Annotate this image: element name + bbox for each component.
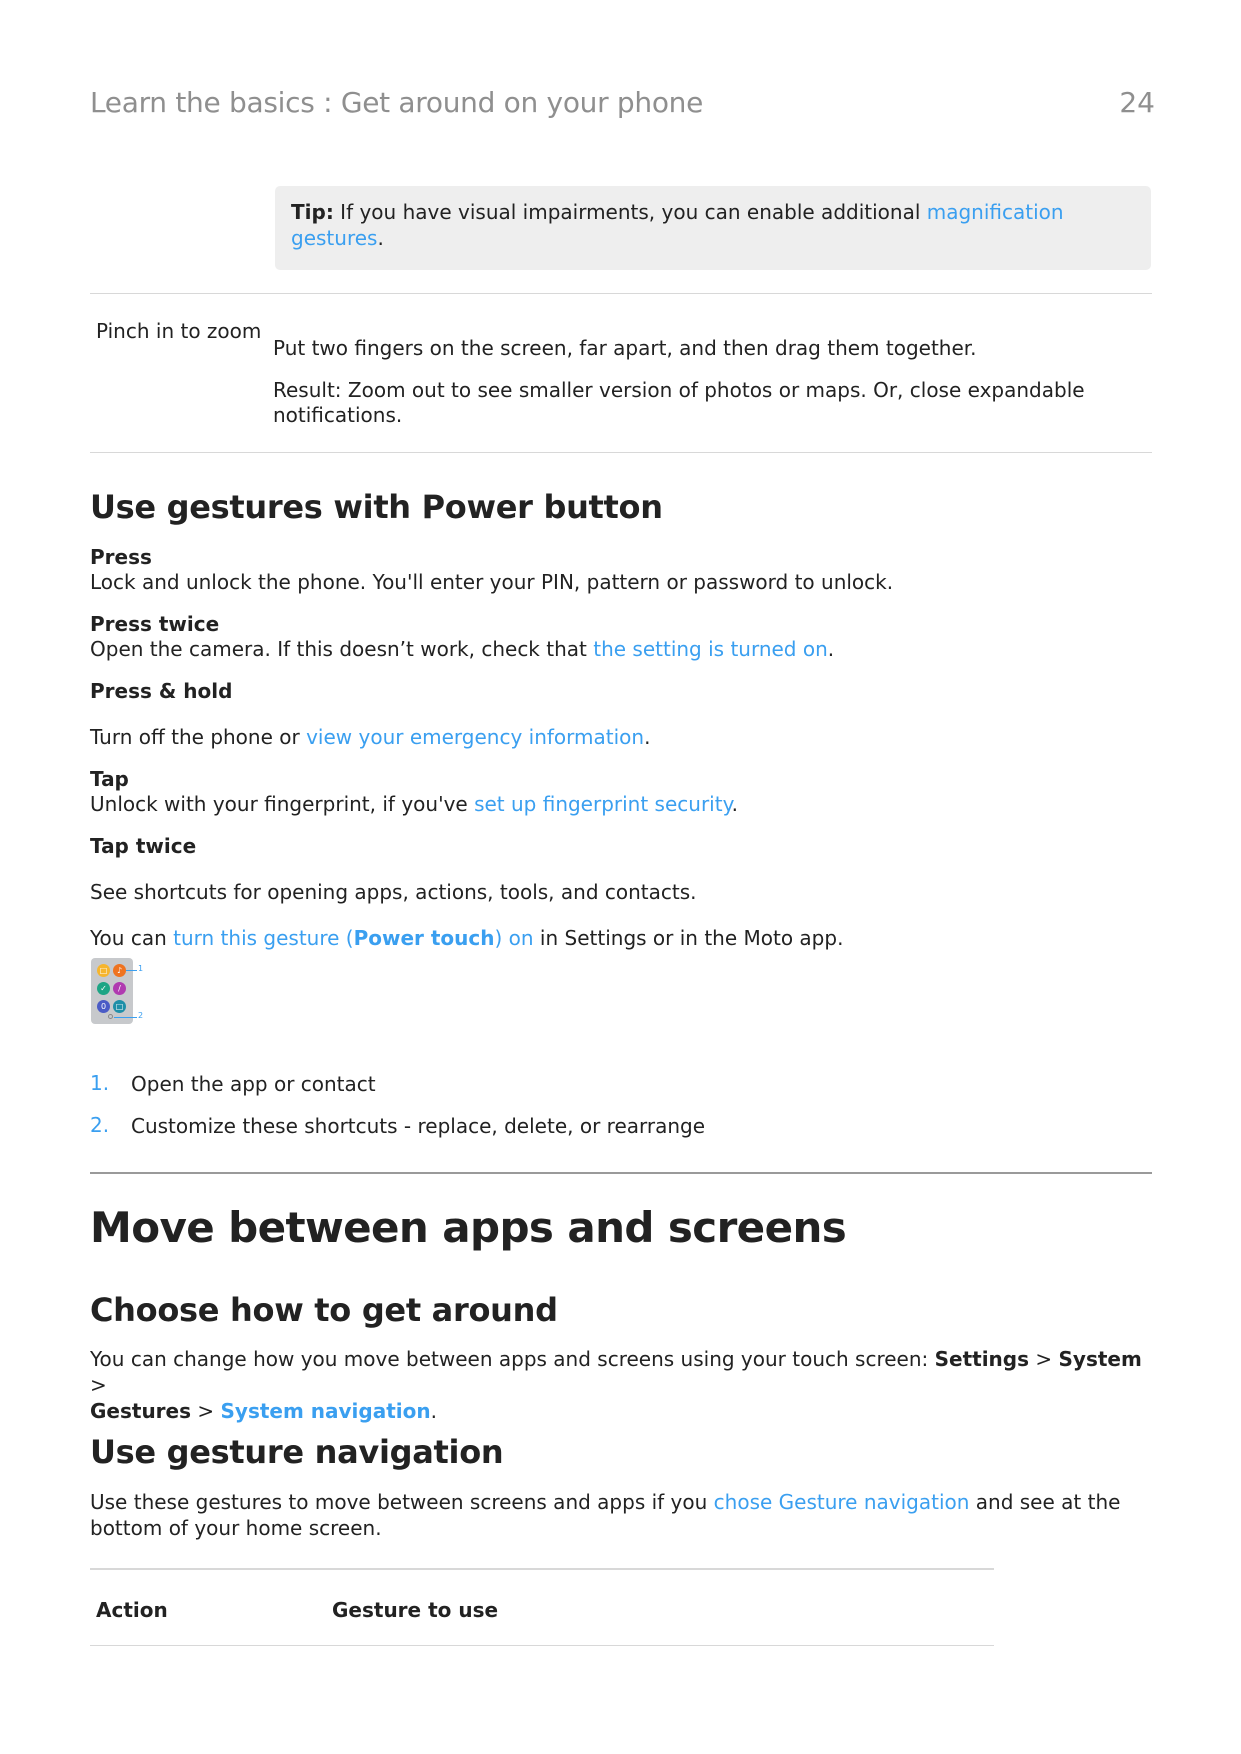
tap-end: . (731, 792, 738, 816)
power-touch-link-bold: Power touch (353, 926, 495, 950)
gesture-nav-line2: bottom of your home screen. (90, 1516, 382, 1540)
gesture-nav-suffix: and see at the (969, 1490, 1121, 1514)
tap-twice-description: See shortcuts for opening apps, actions,… (90, 880, 697, 904)
tip-end: . (377, 226, 384, 250)
power-section-heading: Use gestures with Power button (90, 488, 663, 526)
gear-icon (108, 1014, 113, 1019)
gestures-label: Gestures (90, 1399, 192, 1423)
power-touch-suffix: in Settings or in the Moto app. (533, 926, 844, 950)
gesture-nav-heading: Use gesture navigation (90, 1433, 504, 1471)
setting-turned-on-link[interactable]: the setting is turned on (593, 637, 828, 661)
page-number: 24 (1119, 86, 1155, 119)
contact-icon: □ (113, 1000, 126, 1013)
tap-description: Unlock with your fingerprint, if you've … (90, 791, 738, 817)
step-number-1: 1. (90, 1071, 110, 1095)
chose-gesture-navigation-link[interactable]: chose Gesture navigation (714, 1490, 970, 1514)
system-label: System (1058, 1347, 1142, 1371)
step-text-1: Open the app or contact (131, 1072, 376, 1096)
callout-number-2: 2 (138, 1011, 144, 1020)
table-header-border (90, 1645, 994, 1646)
fingerprint-security-link[interactable]: set up fingerprint security (474, 792, 732, 816)
press-hold-description: Turn off the phone or view your emergenc… (90, 724, 650, 750)
power-touch-link[interactable]: turn this gesture (Power touch) on (173, 926, 533, 950)
choose-text: You can change how you move between apps… (90, 1347, 935, 1371)
table-top-border (90, 1568, 994, 1570)
pinch-term: Pinch in to zoom (96, 319, 262, 343)
pinch-result-line2: notifications. (273, 403, 403, 427)
press-twice-term: Press twice (90, 612, 220, 636)
press-twice-text: Open the camera. If this doesn’t work, c… (90, 637, 594, 661)
table-divider (90, 293, 1152, 294)
callout-number-1: 1 (138, 964, 144, 973)
power-touch-link-end: ) on (494, 926, 534, 950)
emergency-information-link[interactable]: view your emergency information (306, 725, 644, 749)
choose-paragraph: You can change how you move between apps… (90, 1346, 1152, 1424)
page-header-title: Learn the basics : Get around on your ph… (90, 86, 704, 119)
tap-text: Unlock with your fingerprint, if you've (90, 792, 475, 816)
system-navigation-link[interactable]: System navigation (221, 1399, 431, 1423)
step-text-2: Customize these shortcuts - replace, del… (131, 1114, 706, 1138)
tip-text: If you have visual impairments, you can … (333, 200, 927, 224)
timer-icon: 0 (97, 1000, 110, 1013)
music-icon: ♪ (113, 964, 126, 977)
power-touch-shortcuts-image: □ ♪ ✓ / 0 □ (91, 958, 133, 1024)
power-touch-paragraph: You can turn this gesture (Power touch) … (90, 925, 843, 951)
move-section-heading: Move between apps and screens (90, 1203, 847, 1252)
cleaner-icon: ✓ (97, 982, 110, 995)
press-twice-description: Open the camera. If this doesn’t work, c… (90, 636, 834, 662)
press-term: Press (90, 545, 152, 569)
tap-twice-term: Tap twice (90, 834, 197, 858)
table-divider (90, 452, 1152, 453)
callout-line-1 (126, 970, 137, 971)
calendar-icon: □ (97, 964, 110, 977)
press-description: Lock and unlock the phone. You'll enter … (90, 570, 894, 594)
separator: > (191, 1399, 221, 1423)
pinch-instruction: Put two fingers on the screen, far apart… (273, 336, 977, 360)
gesture-nav-paragraph: Use these gestures to move between scree… (90, 1489, 1152, 1541)
choose-heading: Choose how to get around (90, 1291, 558, 1329)
press-hold-text: Turn off the phone or (90, 725, 307, 749)
gesture-nav-text: Use these gestures to move between scree… (90, 1490, 714, 1514)
power-touch-prefix: You can (90, 926, 174, 950)
separator: > (90, 1373, 107, 1397)
press-twice-end: . (827, 637, 835, 661)
separator: > (1029, 1347, 1059, 1371)
tip-box: Tip: If you have visual impairments, you… (275, 186, 1151, 270)
press-hold-end: . (644, 725, 651, 749)
pinch-result-line1: Result: Zoom out to see smaller version … (273, 378, 1085, 402)
table-header-action: Action (96, 1598, 168, 1622)
callout-line-2 (114, 1017, 137, 1018)
tool-icon: / (113, 982, 126, 995)
choose-end: . (430, 1399, 437, 1423)
tap-term: Tap (90, 767, 129, 791)
power-touch-link-start: turn this gesture ( (173, 926, 354, 950)
section-divider (90, 1172, 1152, 1174)
table-header-gesture: Gesture to use (332, 1598, 499, 1622)
press-hold-term: Press & hold (90, 679, 233, 703)
step-number-2: 2. (90, 1113, 110, 1137)
settings-label: Settings (934, 1347, 1030, 1371)
tip-label: Tip: (291, 200, 334, 224)
